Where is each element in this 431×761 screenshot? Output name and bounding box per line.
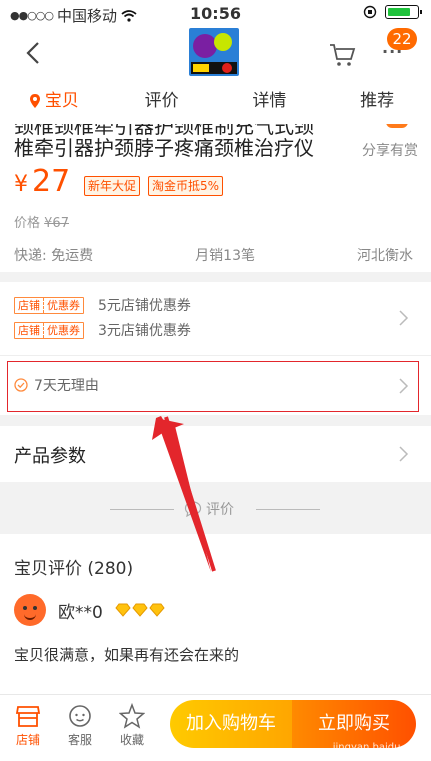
battery-icon [385,5,422,19]
original-price-value: ¥67 [44,216,69,231]
coupon-tag-type: 优惠券 [43,322,83,338]
diamond-icon [149,603,165,617]
tab-reviews[interactable]: 评价 [108,78,216,124]
divider-label: 评价 [206,502,234,518]
highlight-box [7,361,419,412]
reviewer-nickname: 欧**0 [58,602,103,623]
favorite-label: 收藏 [119,733,144,747]
chevron-right-icon [399,446,409,462]
coupon-text: 3元店铺优惠券 [98,323,191,339]
product-params-label: 产品参数 [14,446,86,467]
buy-now-button[interactable]: 立即购买 [292,700,416,748]
top-nav: ··· 22 [0,28,431,78]
coupon-tag-shop: 店铺 [18,323,40,337]
shop-button[interactable]: 店铺 [8,703,48,748]
customer-service-icon [69,705,91,727]
chevron-right-icon [399,310,409,326]
vip-level-icon [115,603,165,617]
divider-line [110,509,174,510]
shop-logo[interactable] [189,28,239,76]
reviews-section[interactable]: 宝贝评价 (280) 欧**0 宝贝很满意，如果再有还会在来的 [0,534,431,694]
divider-line [256,509,320,510]
favorite-button[interactable]: 收藏 [112,703,152,748]
location-pin-icon [29,94,40,108]
review-comment: 宝贝很满意，如果再有还会在来的 [14,646,240,664]
share-icon[interactable] [386,124,408,128]
reviewer: 欧**0 [14,594,165,626]
product-params-row[interactable]: 产品参数 [0,426,431,482]
shipping-info: 快递: 免运费 [14,248,94,264]
cart-icon[interactable] [328,42,356,68]
section-divider: 评价 [0,482,431,534]
product-info: 颈椎颈椎牵引器护颈椎制充气式颈 椎牵引器护颈脖子疼痛颈椎治疗仪 分享有赏 ¥27… [0,124,431,272]
tab-bar: 宝贝 评价 详情 推荐 [0,78,431,124]
ship-from-location: 河北衡水 [357,248,413,264]
comment-icon [184,501,202,517]
star-icon [119,703,145,729]
price: ¥27 [14,164,70,199]
shop-icon [15,706,41,727]
notification-badge: 22 [387,28,417,50]
shop-label: 店铺 [15,733,40,747]
coupon-text: 5元店铺优惠券 [98,298,191,314]
coupon-item[interactable]: 店铺 优惠券 3元店铺优惠券 [14,320,191,340]
original-price: 价格 ¥67 [14,212,69,231]
tab-recommend[interactable]: 推荐 [323,78,431,124]
coupon-tag: 店铺 优惠券 [14,321,84,339]
diamond-icon [132,603,148,617]
avatar [14,594,46,626]
promo-tag: 新年大促 [84,176,141,196]
tab-details[interactable]: 详情 [216,78,324,124]
rotation-lock-icon [363,5,377,19]
coupon-tag-type: 优惠券 [43,297,83,313]
coupon-section[interactable]: 店铺 优惠券 5元店铺优惠券 店铺 优惠券 3元店铺优惠券 [0,282,431,355]
reviews-header[interactable]: 宝贝评价 (280) [14,554,133,579]
product-title: 椎牵引器护颈脖子疼痛颈椎治疗仪 [14,136,314,160]
currency-symbol: ¥ [14,172,28,197]
bottom-action-bar: 店铺 客服 收藏 加入购物车 立即购买 jingyan.baidu.com [0,694,431,761]
product-meta: 快递: 免运费 月销13笔 河北衡水 [14,245,413,265]
diamond-icon [115,603,131,617]
coupon-item[interactable]: 店铺 优惠券 5元店铺优惠券 [14,295,191,315]
product-page: ●●○○○ 中国移动 10:56 ··· 22 宝贝 评价 详情 推荐 颈椎颈椎… [0,0,431,761]
tab-item[interactable]: 宝贝 [0,78,108,124]
add-to-cart-button[interactable]: 加入购物车 [170,700,292,748]
service-label: 客服 [67,733,92,747]
coupon-tag-shop: 店铺 [18,298,40,312]
coin-discount-tag: 淘金币抵5% [148,176,224,196]
share-reward-link[interactable]: 分享有赏 [362,140,418,160]
watermark: jingyan.baidu.com [332,742,425,753]
status-bar: ●●○○○ 中国移动 10:56 [0,0,431,28]
coupon-tag: 店铺 优惠券 [14,296,84,314]
customer-service-button[interactable]: 客服 [60,703,100,748]
price-value: 27 [32,164,71,199]
monthly-sales: 月销13笔 [195,248,255,264]
tab-label: 宝贝 [44,91,79,111]
back-icon[interactable] [22,40,46,66]
original-price-label: 价格 [14,216,41,231]
